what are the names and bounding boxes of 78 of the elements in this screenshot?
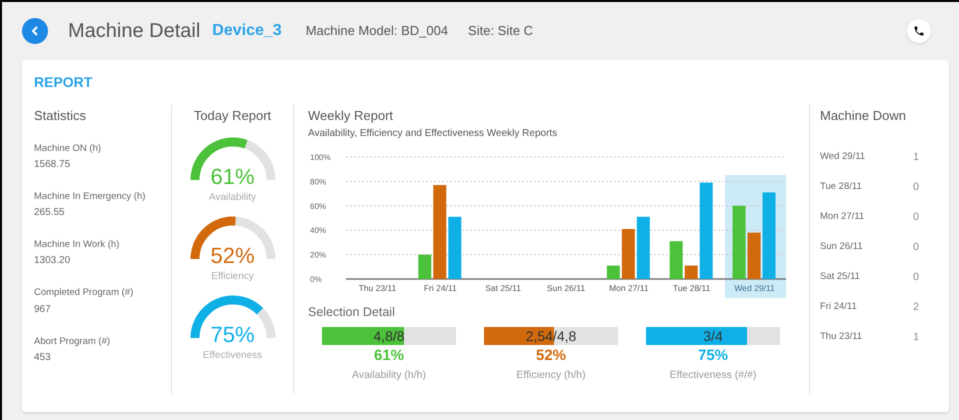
back-button[interactable] — [22, 18, 48, 44]
column-title: Weekly Report — [308, 107, 394, 125]
bar[interactable] — [700, 182, 713, 278]
bar[interactable] — [606, 265, 620, 278]
y-tick-label: 80% — [310, 176, 326, 186]
down-count: 0 — [913, 210, 919, 224]
section-subtitle: Selection Detail — [308, 304, 396, 320]
down-day: Wed 29/11 — [820, 150, 866, 180]
percent-value: 75% — [698, 346, 728, 366]
bar[interactable] — [448, 216, 462, 278]
ratio-text: 3/4 — [703, 326, 723, 346]
x-tick-label[interactable]: Thu 23/11 — [358, 282, 396, 292]
stat-value: 1303.20 — [34, 254, 72, 268]
gauge-value: 52% — [210, 244, 255, 266]
x-tick-label[interactable]: Sun 26/11 — [546, 282, 586, 292]
gauge-label: Effectiveness — [202, 348, 262, 362]
stat-value: 1568.75 — [34, 158, 72, 172]
bar[interactable] — [748, 232, 761, 278]
call-button[interactable] — [907, 19, 931, 43]
down-day: Sun 26/11 — [820, 240, 863, 270]
column-title: Today Report — [194, 107, 272, 125]
phone-icon — [913, 25, 925, 37]
section-title: REPORT — [34, 73, 94, 92]
bar[interactable] — [433, 184, 446, 278]
x-tick-label[interactable]: Wed 29/11 — [734, 282, 775, 292]
gauge-value: 75% — [210, 324, 255, 346]
gauge-label: Availability — [208, 190, 256, 204]
metric-label: Availability (h/h) — [352, 368, 426, 383]
column-title: Statistics — [34, 107, 88, 125]
stat-value: 453 — [34, 350, 52, 365]
metric-label: Effectiveness (#/#) — [670, 368, 756, 383]
down-count: 0 — [913, 270, 919, 284]
down-count: 1 — [913, 150, 919, 164]
machine-model: Machine Model: BD_004 — [306, 22, 448, 40]
stat-label: Machine In Work (h) — [34, 238, 120, 252]
column-title: Machine Down — [820, 107, 907, 125]
metric-label: Efficiency (h/h) — [516, 368, 586, 383]
gauge-label: Efficiency — [211, 270, 254, 284]
y-tick-label: 100% — [310, 152, 330, 162]
y-tick-label: 0% — [310, 274, 322, 284]
stat-value: 265.55 — [34, 206, 66, 220]
down-day: Tue 28/11 — [820, 180, 862, 210]
x-tick-label[interactable]: Tue 28/11 — [673, 282, 710, 292]
down-count: 0 — [913, 180, 919, 194]
bar[interactable] — [622, 228, 635, 278]
bar[interactable] — [684, 265, 698, 278]
down-count: 2 — [913, 300, 919, 314]
bar[interactable] — [732, 205, 746, 278]
bar[interactable] — [762, 192, 776, 278]
ratio-text: 4,8/8 — [373, 326, 405, 346]
x-tick-label[interactable]: Sat 25/11 — [485, 282, 522, 292]
y-tick-label: 40% — [310, 226, 326, 235]
gauge-value: 61% — [210, 166, 255, 188]
down-day: Fri 24/11 — [820, 300, 857, 330]
down-day: Mon 27/11 — [820, 210, 864, 240]
bar[interactable] — [418, 254, 432, 278]
chevron-left-icon — [31, 26, 39, 36]
down-day: Thu 23/11 — [820, 330, 862, 360]
down-count: 1 — [913, 330, 919, 344]
site-name: Site: Site C — [468, 22, 534, 40]
bar[interactable] — [670, 240, 683, 278]
stat-label: Machine ON (h) — [34, 142, 102, 156]
page-title: Machine Detail — [68, 19, 200, 44]
percent-value: 61% — [374, 346, 404, 366]
stat-value: 967 — [34, 302, 52, 316]
x-tick-label[interactable]: Mon 27/11 — [609, 282, 649, 292]
down-day: Sat 25/11 — [820, 270, 860, 300]
percent-value: 52% — [536, 346, 566, 366]
chart-subtitle: Availability, Efficiency and Effectiveness Weekly Reports — [308, 126, 558, 140]
y-tick-label: 20% — [310, 250, 326, 260]
y-tick-label: 60% — [310, 201, 326, 210]
stat-label: Completed Program (#) — [34, 286, 134, 300]
device-name: Device_3 — [212, 21, 282, 41]
stat-label: Machine In Emergency (h) — [34, 190, 146, 204]
bar[interactable] — [636, 216, 650, 278]
x-tick-label[interactable]: Fri 24/11 — [424, 282, 457, 292]
down-count: 0 — [913, 240, 919, 254]
stat-label: Abort Program (#) — [34, 334, 112, 348]
